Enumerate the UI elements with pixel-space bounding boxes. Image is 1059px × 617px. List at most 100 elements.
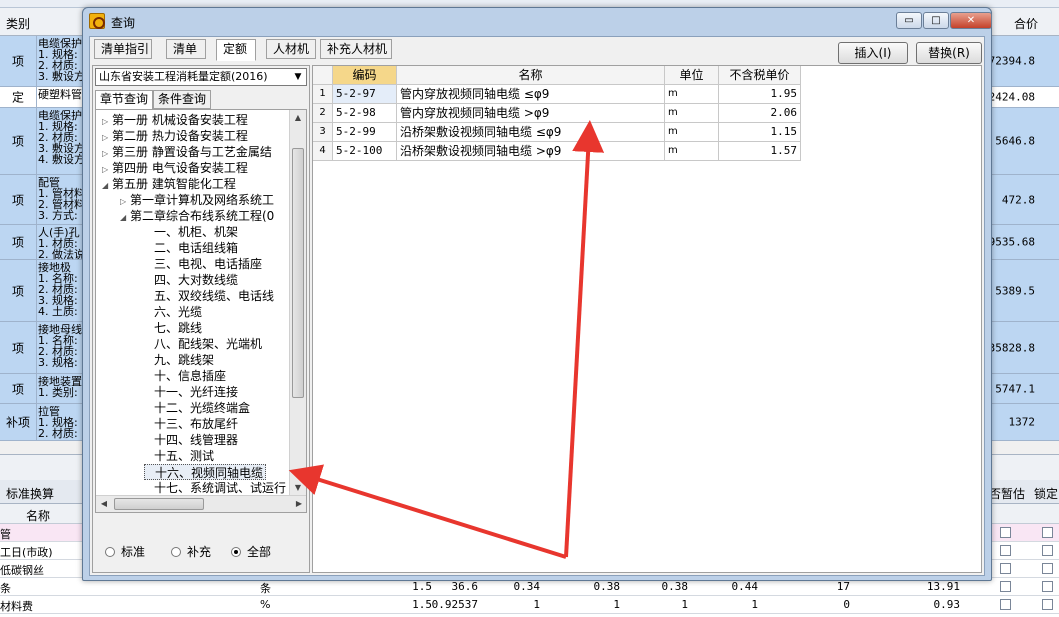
quota-no-cell[interactable]: 1: [313, 85, 333, 104]
expand-icon[interactable]: ▷: [102, 162, 112, 178]
scope-radio[interactable]: 标准: [105, 544, 145, 560]
tree-node[interactable]: 十、信息插座: [144, 368, 226, 384]
tab-standard-conversion[interactable]: 标准换算: [6, 485, 54, 502]
grid-column-header[interactable]: 单位: [665, 66, 719, 85]
quota-unit-cell[interactable]: m: [665, 142, 719, 161]
quota-name-cell[interactable]: 管内穿放视频同轴电缆 ≤φ9: [397, 85, 665, 104]
quota-code-cell[interactable]: 5-2-99: [333, 123, 397, 142]
quota-name-cell[interactable]: 沿桥架敷设视频同轴电缆 >φ9: [397, 142, 665, 161]
tab-quota[interactable]: 定额: [216, 39, 256, 61]
scope-radio[interactable]: 补充: [171, 544, 211, 560]
column-divider: [36, 36, 37, 86]
tree-node[interactable]: 九、跳线架: [144, 352, 214, 368]
quota-no-cell[interactable]: 2: [313, 104, 333, 123]
quota-price-cell[interactable]: 1.15: [719, 123, 801, 142]
tree-horizontal-scrollbar[interactable]: ◀ ▶: [96, 495, 306, 512]
quota-no-cell[interactable]: 4: [313, 142, 333, 161]
tree-node[interactable]: ▷ 第一章计算机及网络系统工: [120, 192, 274, 208]
collapse-icon[interactable]: ◢: [120, 210, 130, 226]
lock-checkbox[interactable]: [1042, 581, 1053, 592]
provisional-checkbox[interactable]: [1000, 581, 1011, 592]
tree-vertical-scrollbar[interactable]: ▲ ▼: [289, 110, 306, 496]
tree-node[interactable]: ▷ 第三册 静置设备与工艺金属结: [102, 144, 272, 160]
maximize-button[interactable]: □: [923, 12, 949, 29]
lock-checkbox[interactable]: [1042, 563, 1053, 574]
tab-bill[interactable]: 清单: [166, 39, 206, 59]
scroll-thumb-horizontal[interactable]: [114, 498, 204, 510]
quota-library-select[interactable]: 山东省安装工程消耗量定额(2016) ▼: [95, 68, 307, 86]
tree-node[interactable]: 六、光缆: [144, 304, 202, 320]
chevron-down-icon[interactable]: ▼: [290, 69, 306, 85]
expand-icon[interactable]: ▷: [120, 194, 130, 210]
tree-node[interactable]: ▷ 第二册 热力设备安装工程: [102, 128, 248, 144]
scroll-down-icon[interactable]: ▼: [290, 480, 306, 496]
tree-node[interactable]: 十五、测试: [144, 448, 214, 464]
tab-chapter-query[interactable]: 章节查询: [95, 90, 153, 110]
quota-price-cell[interactable]: 2.06: [719, 104, 801, 123]
replace-button[interactable]: 替换(R): [916, 42, 982, 64]
scroll-right-icon[interactable]: ▶: [291, 496, 306, 512]
quota-no-cell[interactable]: 3: [313, 123, 333, 142]
grid-column-header[interactable]: 不含税单价: [719, 66, 801, 85]
quota-code-cell[interactable]: 5-2-100: [333, 142, 397, 161]
quota-price-cell[interactable]: 1.57: [719, 142, 801, 161]
scope-radio[interactable]: 全部: [231, 544, 271, 560]
quota-unit-cell[interactable]: m: [665, 85, 719, 104]
tree-node[interactable]: 七、跳线: [144, 320, 202, 336]
tree-node[interactable]: 三、电视、电话插座: [144, 256, 262, 272]
provisional-checkbox[interactable]: [1000, 563, 1011, 574]
provisional-checkbox[interactable]: [1000, 527, 1011, 538]
tree-node[interactable]: 十二、光缆终端盒: [144, 400, 250, 416]
quota-price-cell[interactable]: 1.95: [719, 85, 801, 104]
expand-icon[interactable]: ▷: [102, 130, 112, 146]
column-divider: [36, 108, 37, 174]
tree-node[interactable]: 二、电话组线箱: [144, 240, 238, 256]
insert-button[interactable]: 插入(I): [838, 42, 908, 64]
tree-node[interactable]: 八、配线架、光端机: [144, 336, 262, 352]
lock-checkbox[interactable]: [1042, 545, 1053, 556]
quota-code-cell[interactable]: 5-2-97: [333, 85, 397, 104]
tab-bill-guide[interactable]: 清单指引: [94, 39, 152, 59]
dialog-title-bar[interactable]: 查询 ▭ □ ✕: [83, 8, 992, 34]
tree-node[interactable]: 十七、系统调试、试运行: [144, 480, 286, 496]
tree-node[interactable]: 十六、视频同轴电缆: [144, 464, 267, 480]
tree-node-label: 第一章计算机及网络系统工: [130, 193, 275, 207]
tree-node[interactable]: 五、双绞线缆、电话线: [144, 288, 274, 304]
grid-column-header[interactable]: 名称: [397, 66, 665, 85]
quota-unit-cell[interactable]: m: [665, 123, 719, 142]
quota-name-cell[interactable]: 沿桥架敷设视频同轴电缆 ≤φ9: [397, 123, 665, 142]
scroll-up-icon[interactable]: ▲: [290, 110, 306, 126]
expand-icon[interactable]: ▷: [102, 146, 112, 162]
minimize-button[interactable]: ▭: [896, 12, 922, 29]
tree-node[interactable]: ◢ 第二章综合布线系统工程(0: [120, 208, 274, 224]
tab-condition-query[interactable]: 条件查询: [153, 90, 211, 109]
tree-node[interactable]: 一、机柜、机架: [144, 224, 238, 240]
tree-node[interactable]: ◢ 第五册 建筑智能化工程: [102, 176, 236, 192]
tree-node[interactable]: 十三、布放尾纤: [144, 416, 238, 432]
collapse-icon[interactable]: ◢: [102, 178, 112, 194]
lock-checkbox[interactable]: [1042, 599, 1053, 610]
tree-node[interactable]: 十一、光纤连接: [144, 384, 238, 400]
tab-supplementary-lmm[interactable]: 补充人材机: [320, 39, 392, 59]
tree-node[interactable]: 十四、线管理器: [144, 432, 238, 448]
provisional-checkbox[interactable]: [1000, 545, 1011, 556]
quota-code-cell[interactable]: 5-2-98: [333, 104, 397, 123]
quota-name-cell[interactable]: 管内穿放视频同轴电缆 >φ9: [397, 104, 665, 123]
tree-node[interactable]: 四、大对数线缆: [144, 272, 238, 288]
tree-node[interactable]: ▷ 第一册 机械设备安装工程: [102, 112, 248, 128]
close-button[interactable]: ✕: [950, 12, 992, 29]
scroll-left-icon[interactable]: ◀: [96, 496, 112, 512]
resource-row[interactable]: 材料费% 1.5 0.92537 1 1 1 1 0 0.93: [0, 596, 1059, 614]
quota-results-grid: 编码 名称 单位 不含税单价 1 5-2-97 管内穿放视频同轴电缆 ≤φ9 m 1.95 2 5-…: [312, 65, 982, 573]
resource-value: 0.38: [661, 580, 689, 593]
tab-labor-material-machine[interactable]: 人材机: [266, 39, 316, 59]
grid-column-header[interactable]: [313, 66, 333, 85]
tree-node-label: 十六、视频同轴电缆: [155, 466, 264, 480]
provisional-checkbox[interactable]: [1000, 599, 1011, 610]
expand-icon[interactable]: ▷: [102, 114, 112, 130]
scroll-thumb[interactable]: [292, 148, 304, 398]
lock-checkbox[interactable]: [1042, 527, 1053, 538]
grid-column-header[interactable]: 编码: [333, 66, 397, 85]
tree-node[interactable]: ▷ 第四册 电气设备安装工程: [102, 160, 248, 176]
quota-unit-cell[interactable]: m: [665, 104, 719, 123]
